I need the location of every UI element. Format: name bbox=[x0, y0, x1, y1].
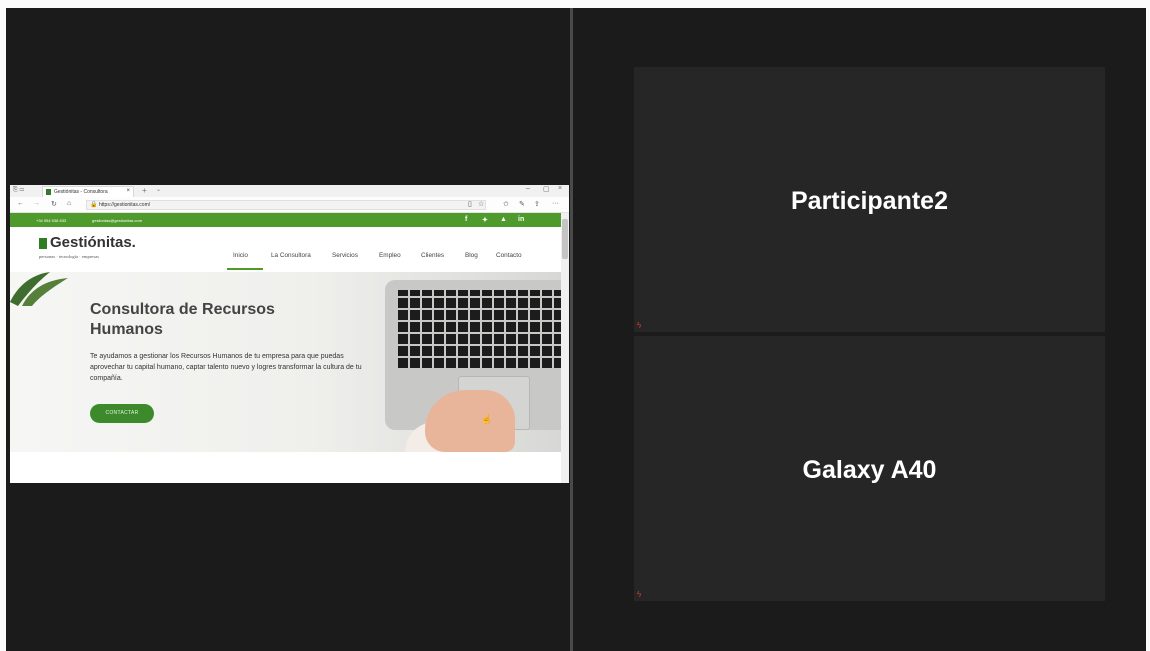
topbar-phone[interactable]: +34 954 538 833 bbox=[36, 218, 66, 223]
close-icon[interactable]: × bbox=[558, 185, 562, 192]
reading-view-icon[interactable]: ▯ bbox=[468, 200, 472, 208]
address-bar[interactable]: 🔒 https://gestionitas.com/ bbox=[86, 200, 486, 210]
browser-toolbar: ← → ↻ ⌂ 🔒 https://gestionitas.com/ ▯ ☆ ✩… bbox=[10, 197, 569, 213]
site-logo[interactable]: Gestiónitas. bbox=[50, 234, 136, 251]
nav-la-consultora[interactable]: La Consultora bbox=[271, 252, 311, 259]
twitter-icon[interactable]: ✦ bbox=[482, 216, 488, 224]
participant-name: Participante2 bbox=[790, 187, 948, 215]
browser-tab-bar: ⎘ ▭ Gestiónitas - Consultora × + ⌄ – ▢ × bbox=[10, 185, 569, 197]
share-icon[interactable]: ⇪ bbox=[534, 200, 540, 208]
site-header: Gestiónitas. personas · tecnología · emp… bbox=[10, 227, 561, 272]
favicon-icon bbox=[46, 189, 51, 195]
participant-tile-1[interactable]: Participante2 ϟ bbox=[634, 67, 1105, 332]
refresh-icon[interactable]: ↻ bbox=[51, 200, 57, 208]
split-divider[interactable] bbox=[570, 8, 573, 651]
more-icon[interactable]: ··· bbox=[552, 200, 559, 207]
nav-contacto[interactable]: Contacto bbox=[496, 252, 522, 259]
mic-muted-icon: ϟ bbox=[637, 590, 642, 599]
nav-inicio[interactable]: Inicio bbox=[233, 252, 248, 259]
participant-name: Galaxy A40 bbox=[802, 456, 937, 484]
lock-icon: 🔒 bbox=[90, 202, 98, 208]
facebook-icon[interactable]: f bbox=[465, 216, 467, 223]
topbar-email[interactable]: gestiontas@gestionitas.com bbox=[92, 218, 142, 223]
scrollbar-thumb[interactable] bbox=[562, 219, 568, 259]
maximize-icon[interactable]: ▢ bbox=[543, 185, 550, 193]
logo-tagline: personas · tecnología · empresas bbox=[39, 254, 99, 259]
plant-decoration bbox=[10, 272, 68, 306]
new-tab-icon[interactable]: + bbox=[142, 186, 147, 195]
hero-hands-image bbox=[425, 390, 515, 452]
site-top-bar: +34 954 538 833 gestiontas@gestionitas.c… bbox=[10, 213, 561, 227]
shared-screen[interactable]: ⎘ ▭ Gestiónitas - Consultora × + ⌄ – ▢ ×… bbox=[10, 185, 569, 483]
mic-muted-icon: ϟ bbox=[637, 321, 642, 330]
page-content-area bbox=[10, 452, 561, 483]
hero-banner: ☝ Consultora de Recursos Humanos Te ayud… bbox=[10, 272, 561, 452]
browser-tab[interactable]: Gestiónitas - Consultora × bbox=[42, 186, 134, 197]
contactar-button[interactable]: CONTACTAR bbox=[90, 404, 154, 423]
nav-blog[interactable]: Blog bbox=[465, 252, 478, 259]
home-icon[interactable]: ⌂ bbox=[67, 200, 71, 207]
minimize-icon[interactable]: – bbox=[526, 185, 530, 192]
nav-servicios[interactable]: Servicios bbox=[332, 252, 358, 259]
logo-bookmark-icon bbox=[39, 238, 47, 249]
tab-close-icon[interactable]: × bbox=[126, 188, 130, 194]
chevron-down-icon[interactable]: ⌄ bbox=[156, 186, 161, 193]
tab-action-icons[interactable]: ⎘ ▭ bbox=[13, 187, 24, 194]
favorite-star-icon[interactable]: ☆ bbox=[478, 200, 484, 208]
hero-title: Consultora de Recursos Humanos bbox=[90, 301, 275, 338]
nav-clientes[interactable]: Clientes bbox=[421, 252, 444, 259]
notes-icon[interactable]: ✎ bbox=[519, 200, 525, 208]
back-icon[interactable]: ← bbox=[17, 200, 24, 207]
participant-tile-2[interactable]: Galaxy A40 ϟ bbox=[634, 336, 1105, 601]
active-nav-indicator bbox=[227, 268, 263, 270]
nav-empleo[interactable]: Empleo bbox=[379, 252, 401, 259]
linkedin-icon[interactable]: in bbox=[518, 216, 524, 223]
hand-cursor-icon: ☝ bbox=[481, 414, 493, 424]
hero-description: Te ayudamos a gestionar los Recursos Hum… bbox=[90, 353, 362, 382]
favorites-icon[interactable]: ✩ bbox=[503, 200, 509, 208]
hero-key-rows bbox=[398, 290, 561, 368]
tab-title: Gestiónitas - Consultora bbox=[54, 189, 108, 195]
url-text: https://gestionitas.com/ bbox=[99, 202, 151, 208]
youtube-icon[interactable]: ▲ bbox=[500, 216, 507, 223]
forward-icon[interactable]: → bbox=[33, 200, 40, 207]
